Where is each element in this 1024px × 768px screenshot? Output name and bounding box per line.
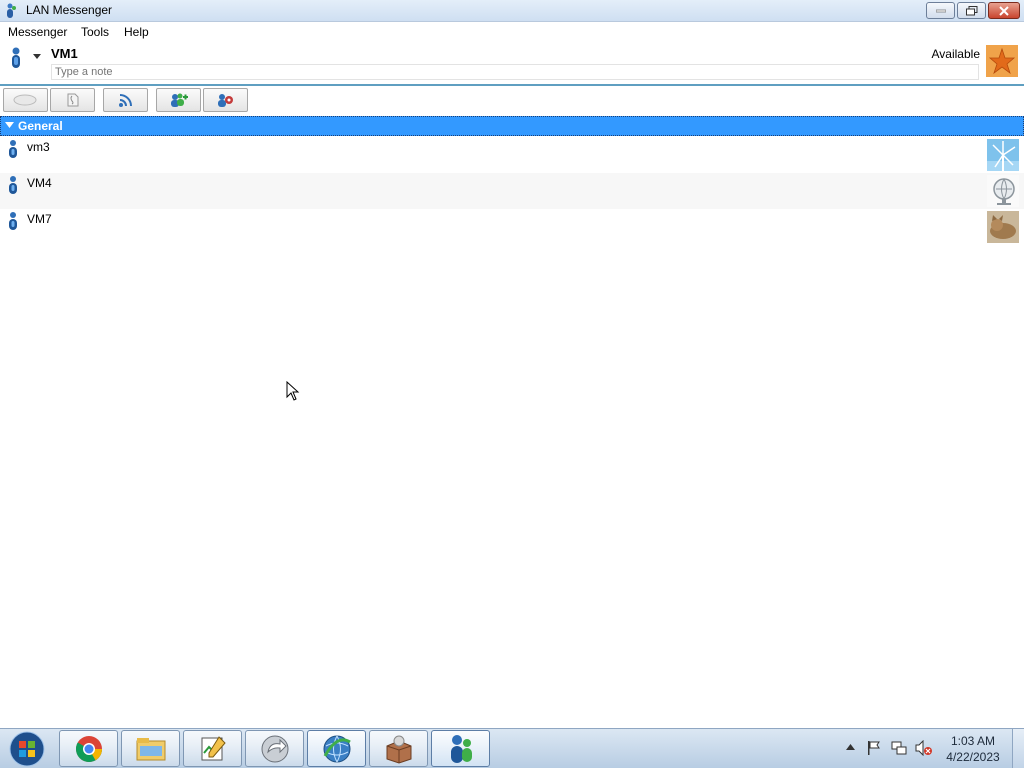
- window-title: LAN Messenger: [26, 3, 113, 17]
- settings-button[interactable]: [203, 88, 248, 112]
- cat-avatar-icon: [987, 211, 1019, 243]
- status-dropdown-icon[interactable]: [33, 54, 41, 59]
- broadcast-icon: [118, 94, 132, 107]
- restore-icon: [965, 5, 977, 15]
- file-transfer-button[interactable]: [50, 88, 95, 112]
- chat-icon: [13, 94, 36, 106]
- globe-avatar-icon: [987, 175, 1019, 207]
- menu-messenger[interactable]: Messenger: [8, 25, 67, 39]
- task-manager-icon: [201, 735, 226, 760]
- show-desktop-button[interactable]: [1012, 729, 1024, 768]
- menu-help[interactable]: Help: [124, 25, 149, 39]
- app-arrow-icon: [261, 735, 288, 762]
- contact-name: vm3: [27, 140, 50, 154]
- contact-name: VM7: [27, 212, 52, 226]
- user-status-icon[interactable]: [10, 47, 22, 69]
- menu-tools[interactable]: Tools: [81, 25, 109, 39]
- settings-icon: [217, 94, 233, 107]
- menu-bar: Messenger Tools Help: [0, 22, 1024, 42]
- system-clock[interactable]: 1:03 AM 4/22/2023: [940, 733, 1006, 765]
- start-button[interactable]: [4, 730, 50, 768]
- clock-time: 1:03 AM: [950, 734, 996, 748]
- taskbar-task-manager[interactable]: [183, 730, 242, 767]
- minimize-icon: [935, 9, 946, 12]
- taskbar-internet[interactable]: [307, 730, 366, 767]
- chat-button[interactable]: [3, 88, 48, 112]
- mouse-cursor-icon: [286, 381, 300, 401]
- action-center-flag-icon[interactable]: [867, 740, 881, 756]
- close-icon: [999, 5, 1009, 16]
- broadcast-button[interactable]: [103, 88, 148, 112]
- toolbar: [0, 86, 1024, 116]
- add-contact-icon: [170, 93, 188, 107]
- close-button[interactable]: [988, 2, 1020, 19]
- note-input[interactable]: [51, 64, 979, 80]
- contact-status-icon: [9, 176, 17, 194]
- volume-muted-icon[interactable]: [915, 740, 933, 756]
- title-bar: LAN Messenger: [0, 0, 1024, 22]
- starfish-avatar-icon[interactable]: [986, 45, 1018, 77]
- taskbar-package[interactable]: [369, 730, 428, 767]
- show-hidden-icons-icon[interactable]: [846, 744, 855, 750]
- file-explorer-icon: [136, 737, 165, 760]
- status-label[interactable]: Available: [932, 47, 980, 61]
- taskbar-lan-messenger[interactable]: [431, 730, 490, 767]
- contact-status-icon: [9, 140, 17, 158]
- group-header-general[interactable]: General: [0, 116, 1024, 136]
- taskbar-app-arrow[interactable]: [245, 730, 304, 767]
- package-icon: [386, 735, 411, 764]
- contact-item[interactable]: vm3: [0, 137, 1024, 173]
- internet-icon: [323, 735, 351, 762]
- windmill-avatar-icon: [987, 139, 1019, 171]
- contact-item[interactable]: VM4: [0, 173, 1024, 209]
- contact-item[interactable]: VM7: [0, 209, 1024, 245]
- taskbar-chrome[interactable]: [59, 730, 118, 767]
- contact-name: VM4: [27, 176, 52, 190]
- profile-header: VM1 Available: [0, 42, 1024, 84]
- clock-date: 4/22/2023: [946, 750, 1000, 764]
- minimize-button[interactable]: [926, 2, 955, 19]
- taskbar-file-explorer[interactable]: [121, 730, 180, 767]
- collapse-arrow-icon[interactable]: [5, 122, 14, 128]
- contact-status-icon: [9, 212, 17, 230]
- file-transfer-icon: [67, 93, 78, 107]
- network-icon[interactable]: [891, 740, 907, 756]
- profile-name: VM1: [51, 46, 78, 61]
- group-label: General: [18, 119, 63, 133]
- restore-button[interactable]: [957, 2, 986, 19]
- app-icon: [7, 3, 16, 18]
- chrome-icon: [75, 735, 102, 762]
- lan-messenger-icon: [450, 734, 472, 763]
- add-contact-button[interactable]: [156, 88, 201, 112]
